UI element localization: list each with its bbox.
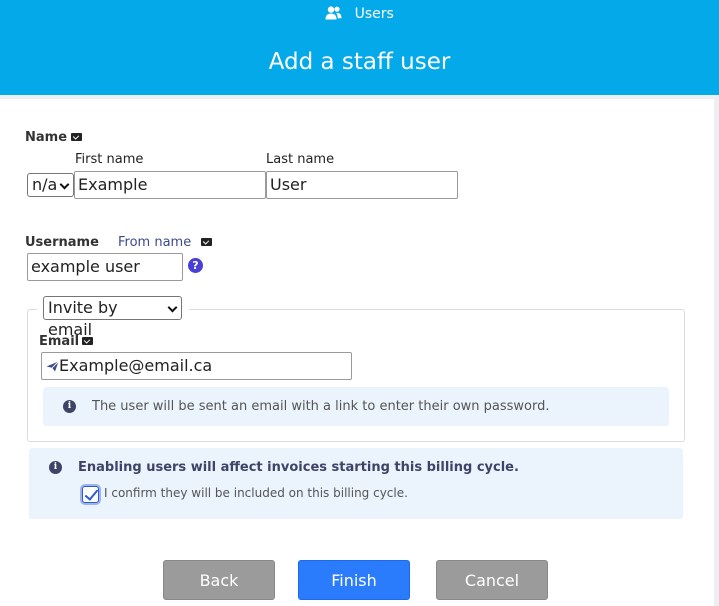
checkbox-badge-icon: [82, 337, 93, 345]
billing-notice: i Enabling users will affect invoices st…: [29, 448, 683, 519]
first-name-input[interactable]: Example: [74, 171, 266, 199]
first-name-label: First name: [75, 152, 144, 167]
billing-notice-text: Enabling users will affect invoices star…: [78, 460, 519, 475]
help-icon[interactable]: ?: [188, 258, 203, 273]
email-input[interactable]: Example@email.ca: [41, 352, 352, 380]
send-icon: [46, 361, 59, 372]
confirm-billing-checkbox[interactable]: [82, 486, 99, 503]
info-icon: i: [63, 400, 76, 413]
password-info-text: The user will be sent an email with a li…: [92, 399, 550, 414]
breadcrumb[interactable]: Users: [0, 6, 719, 22]
back-button[interactable]: Back: [163, 560, 275, 600]
confirm-billing-label[interactable]: I confirm they will be included on this …: [104, 486, 408, 500]
checkbox-badge-icon: [71, 133, 82, 141]
last-name-label: Last name: [266, 152, 335, 167]
checkbox-badge-icon: [201, 238, 212, 246]
chevron-down-icon: [59, 179, 70, 190]
scrollbar-track[interactable]: [714, 99, 719, 606]
email-value: Example@email.ca: [59, 356, 213, 375]
name-prefix-value: n/a: [32, 175, 58, 194]
password-info-banner: i The user will be sent an email with a …: [43, 387, 669, 426]
chevron-down-icon: [167, 302, 178, 313]
page-title: Add a staff user: [268, 49, 451, 75]
invite-method-select[interactable]: Invite by email: [43, 296, 182, 339]
add-staff-user-page: Users Add a staff user Name First name L…: [0, 0, 719, 606]
username-label: Username: [25, 235, 99, 250]
name-prefix-select[interactable]: n/a: [27, 173, 74, 197]
breadcrumb-users-label[interactable]: Users: [355, 6, 394, 22]
email-label: Email: [39, 334, 80, 349]
last-name-input[interactable]: User: [266, 171, 458, 199]
header-divider: [0, 95, 719, 99]
page-header: Users Add a staff user: [0, 0, 719, 95]
finish-button[interactable]: Finish: [298, 560, 410, 600]
username-input[interactable]: example user: [27, 253, 183, 281]
name-label: Name: [25, 130, 68, 145]
from-name-link[interactable]: From name: [118, 235, 191, 250]
info-icon: i: [49, 461, 62, 474]
users-icon: [325, 6, 342, 20]
cancel-button[interactable]: Cancel: [436, 560, 548, 600]
